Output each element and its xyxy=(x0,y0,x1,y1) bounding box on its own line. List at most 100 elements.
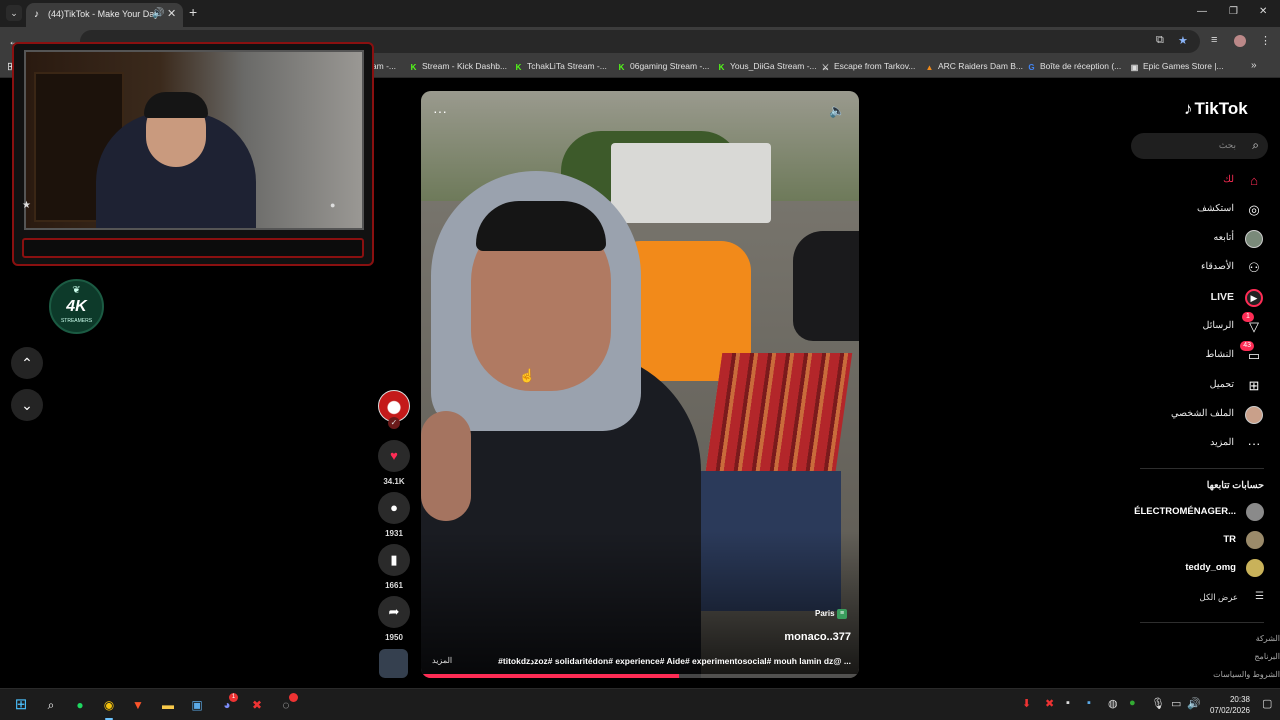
nav-label: لك xyxy=(1223,174,1234,185)
brand-text: TikTok xyxy=(1194,99,1248,118)
epic-icon: ▣ xyxy=(1130,63,1139,72)
caption-more-link[interactable]: المزيد xyxy=(432,656,452,665)
nav-upload[interactable]: تحميل ⊞ xyxy=(1124,376,1264,396)
bookmark-item[interactable]: ⚔ Escape from Tarkov... xyxy=(821,61,916,72)
more-bookmarks-icon[interactable]: » xyxy=(1251,60,1257,71)
volume-icon[interactable]: 🔈 xyxy=(829,103,845,119)
bookmark-item[interactable]: ▲ ARC Raiders Dam B... xyxy=(925,61,1024,72)
nav-more[interactable]: المزيد ··· xyxy=(1124,434,1264,454)
video-person-hand xyxy=(421,411,471,521)
nav-messages[interactable]: الرسائل ▽ 1 xyxy=(1124,312,1264,337)
nav-explore[interactable]: استكشف ◎ xyxy=(1124,200,1264,220)
bookmark-item[interactable]: K Stream - Kick Dashb... xyxy=(409,61,507,72)
clock-time: 20:38 xyxy=(1229,695,1250,704)
more-options-icon[interactable]: ··· xyxy=(433,103,447,119)
webcam-overlay xyxy=(12,42,374,266)
tray-app-icon[interactable]: ✖ xyxy=(1045,697,1054,710)
tray-mic-red-icon[interactable]: ⬇ xyxy=(1022,697,1031,710)
browser-tab[interactable]: ♪ (44)TikTok - Make Your Day 🔊 ✕ xyxy=(26,3,183,27)
volume-icon[interactable]: 🔊 xyxy=(1187,697,1201,710)
nav-following[interactable]: أتابعه xyxy=(1124,229,1264,249)
bookmark-item[interactable]: ▣ Epic Games Store |... xyxy=(1130,61,1224,72)
notifications-icon[interactable]: ▢ xyxy=(1262,697,1272,710)
nav-label: الرسائل xyxy=(1202,320,1234,331)
restore-icon[interactable]: ❐ xyxy=(1229,6,1238,17)
minimize-icon[interactable]: — xyxy=(1197,6,1207,17)
bookmark-label: TchakLiTa Stream -... xyxy=(527,61,607,71)
tab-search-icon[interactable]: ⌄ xyxy=(6,5,22,21)
windows-start-icon[interactable]: ⊞ xyxy=(10,694,32,716)
bookmark-item[interactable]: K 06gaming Stream -... xyxy=(617,61,710,72)
microphone-icon[interactable]: 🎙 xyxy=(1151,697,1165,710)
tray-app-icon[interactable]: ▪ xyxy=(1066,697,1070,709)
discord-badge: 1 xyxy=(229,693,238,702)
nav-label: المزيد xyxy=(1210,437,1234,448)
media-control-icon[interactable]: ≡ xyxy=(1211,34,1217,46)
see-all-link[interactable]: عرض الكل xyxy=(1200,592,1238,603)
app-x-icon[interactable]: ✖ xyxy=(246,694,268,716)
following-account[interactable]: teddy_omg xyxy=(1124,559,1264,577)
bookmark-item[interactable]: K TchakLiTa Stream -... xyxy=(514,61,607,72)
close-window-icon[interactable]: ✕ xyxy=(1259,6,1267,17)
new-tab-icon[interactable]: + xyxy=(189,5,197,19)
spotify-icon[interactable]: ● xyxy=(69,694,91,716)
tiktok-logo[interactable]: ♪ TikTok xyxy=(1184,99,1248,119)
webcam-name-bar xyxy=(22,238,364,258)
menu-dots-icon[interactable]: ⋮ xyxy=(1260,34,1271,47)
footer-link[interactable]: الشركة xyxy=(1256,634,1280,643)
file-explorer-icon[interactable]: ▬ xyxy=(157,694,179,716)
speaker-icon[interactable]: 🔊 xyxy=(152,8,164,19)
following-account[interactable]: ÉLECTROMÉNAGER... xyxy=(1124,503,1264,521)
clock[interactable]: 20:38 07/02/2026 xyxy=(1210,694,1250,716)
tray-app-icon[interactable]: ◍ xyxy=(1108,697,1118,710)
save-button[interactable]: ▮ xyxy=(378,544,410,576)
wings-icon: ❦ xyxy=(72,285,81,296)
like-button[interactable]: ♥ xyxy=(378,440,410,472)
like-count: 34.1K xyxy=(383,477,405,486)
footer-link[interactable]: الشروط والسياسات xyxy=(1213,670,1280,679)
kick-icon: K xyxy=(410,63,417,72)
install-app-icon[interactable]: ⧉ xyxy=(1156,34,1164,47)
bookmark-label: Boîte de réception (... xyxy=(1040,61,1122,71)
nav-profile[interactable]: الملف الشخصي xyxy=(1124,405,1264,425)
author-name[interactable]: monaco..377 xyxy=(784,631,851,643)
account-avatar xyxy=(1246,559,1264,577)
video-player[interactable]: ··· 🔈 Paris ≡ monaco..377 المزيد #titokd… xyxy=(421,91,859,678)
previous-video-button[interactable]: ⌃ xyxy=(11,347,43,379)
tray-app-icon[interactable]: ▪ xyxy=(1087,697,1091,709)
nav-friends[interactable]: الأصدقاء ⚇ xyxy=(1124,258,1264,278)
chrome-icon[interactable]: ◉ xyxy=(98,694,120,720)
follow-check-icon[interactable]: ✓ xyxy=(388,417,400,429)
following-account[interactable]: TR xyxy=(1124,531,1264,549)
search-placeholder: بحث xyxy=(1218,140,1236,150)
nav-label: النشاط xyxy=(1205,349,1234,360)
nav-live[interactable]: LIVE ▶ xyxy=(1124,288,1264,308)
search-icon[interactable]: ⌕ xyxy=(40,694,62,716)
account-avatar xyxy=(1246,531,1264,549)
bookmark-label: Escape from Tarkov... xyxy=(834,61,916,71)
music-disc[interactable] xyxy=(379,649,408,678)
bookmark-icon: ▮ xyxy=(390,552,398,567)
comment-button[interactable]: ● xyxy=(378,492,410,524)
close-tab-icon[interactable]: ✕ xyxy=(167,7,176,20)
share-button[interactable]: ➦ xyxy=(378,596,410,628)
next-video-button[interactable]: ⌄ xyxy=(11,389,43,421)
footer-link[interactable]: البرنامج xyxy=(1254,652,1280,661)
bookmark-star-icon[interactable]: ★ xyxy=(1178,34,1188,47)
search-input[interactable]: بحث ⌕ xyxy=(1131,133,1268,159)
nav-activity[interactable]: النشاط ▭ 43 xyxy=(1124,341,1264,366)
bookmark-item[interactable]: G Boîte de réception (... xyxy=(1027,61,1121,72)
photos-icon[interactable]: ▣ xyxy=(186,694,208,716)
profile-avatar-icon[interactable] xyxy=(1234,35,1246,47)
nav-for-you[interactable]: لك ⌂ xyxy=(1124,171,1264,191)
network-icon[interactable]: ▭ xyxy=(1171,697,1181,710)
search-icon[interactable]: ⌕ xyxy=(1252,138,1259,153)
bookmark-label: Epic Games Store |... xyxy=(1143,61,1224,71)
kick-icon: K xyxy=(718,63,725,72)
tray-app-icon[interactable]: ● xyxy=(1129,697,1136,709)
progress-fill[interactable] xyxy=(421,674,680,678)
user-icon: ● xyxy=(330,200,336,210)
brave-icon[interactable]: ▼ xyxy=(127,694,149,716)
bookmark-item[interactable]: K Yous_DiiGa Stream -... xyxy=(717,61,817,72)
location-label[interactable]: Paris xyxy=(815,609,835,618)
